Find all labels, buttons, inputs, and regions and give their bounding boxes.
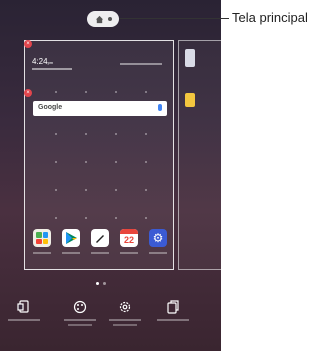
remove-widget-icon[interactable]: × bbox=[24, 40, 32, 48]
home-settings-icon bbox=[119, 301, 131, 313]
app-label bbox=[62, 252, 80, 254]
pen-icon[interactable] bbox=[91, 229, 109, 247]
empty-slot-dot bbox=[115, 161, 117, 163]
widgets-button[interactable] bbox=[4, 300, 44, 338]
home-settings-label bbox=[109, 319, 141, 321]
calendar-day: 22 bbox=[123, 235, 134, 245]
widgets-label bbox=[8, 319, 40, 321]
app-dock: 22 ⚙ bbox=[33, 229, 167, 249]
widgets-icon bbox=[17, 300, 29, 313]
empty-slot-dot bbox=[55, 161, 57, 163]
empty-slot-dot bbox=[85, 217, 87, 219]
empty-slot-dot bbox=[115, 189, 117, 191]
folder-icon[interactable] bbox=[33, 229, 51, 247]
empty-slot-dot bbox=[145, 91, 147, 93]
empty-slot-dot bbox=[115, 133, 117, 135]
play-store-icon[interactable] bbox=[62, 229, 80, 247]
home-settings-button[interactable] bbox=[105, 300, 145, 338]
microphone-icon[interactable] bbox=[158, 104, 162, 111]
wallpaper-icon bbox=[73, 300, 87, 314]
empty-slot-dot bbox=[55, 217, 57, 219]
page-dot-icon bbox=[107, 17, 112, 21]
home-screen-indicator[interactable] bbox=[87, 11, 119, 27]
app-icon[interactable] bbox=[185, 93, 195, 107]
app-label bbox=[149, 252, 167, 254]
empty-slot-dot bbox=[85, 133, 87, 135]
wallpaper-button[interactable] bbox=[60, 300, 100, 338]
calendar-icon[interactable]: 22 bbox=[120, 229, 138, 247]
app-icons-button[interactable] bbox=[153, 300, 193, 338]
app-icons-label bbox=[157, 319, 189, 321]
edit-options-bar bbox=[0, 296, 221, 351]
empty-slot-dot bbox=[115, 91, 117, 93]
home-settings-label-line2 bbox=[113, 324, 137, 326]
empty-slot-dot bbox=[115, 217, 117, 219]
wallpaper-label bbox=[64, 319, 96, 321]
clock-date bbox=[32, 68, 72, 70]
clock-widget[interactable]: 4:24pm bbox=[32, 57, 53, 66]
callout-label: Tela principal bbox=[232, 10, 308, 25]
wallpaper-label-line2 bbox=[68, 324, 92, 326]
empty-slot-dot bbox=[85, 91, 87, 93]
home-page-preview[interactable]: × 4:24pm × Google 22 ⚙ bbox=[24, 40, 174, 270]
page-dot bbox=[103, 282, 106, 285]
app-label bbox=[120, 252, 138, 254]
empty-slot-dot bbox=[145, 161, 147, 163]
weather-hint bbox=[120, 63, 162, 65]
home-icon bbox=[95, 15, 103, 23]
google-logo: Google bbox=[38, 104, 63, 111]
empty-slot-dot bbox=[85, 189, 87, 191]
app-label bbox=[91, 252, 109, 254]
next-page-preview[interactable] bbox=[178, 40, 221, 270]
empty-slot-dot bbox=[85, 161, 87, 163]
empty-slot-dot bbox=[145, 217, 147, 219]
empty-slot-dot bbox=[145, 133, 147, 135]
remove-widget-icon[interactable]: × bbox=[24, 89, 32, 97]
callout-line bbox=[119, 18, 223, 19]
page-dot-active bbox=[96, 282, 99, 285]
settings-gear-icon[interactable]: ⚙ bbox=[149, 229, 167, 247]
google-search-bar[interactable]: Google bbox=[33, 101, 167, 116]
empty-slot-dot bbox=[145, 189, 147, 191]
empty-slot-dot bbox=[55, 189, 57, 191]
phone-screen: × 4:24pm × Google 22 ⚙ bbox=[0, 0, 221, 351]
app-icons-icon bbox=[167, 300, 179, 314]
app-icon[interactable] bbox=[185, 49, 195, 67]
empty-slot-dot bbox=[55, 91, 57, 93]
clock-ampm: pm bbox=[47, 60, 54, 65]
empty-slot-dot bbox=[55, 133, 57, 135]
app-label bbox=[33, 252, 51, 254]
top-bar bbox=[0, 0, 221, 38]
page-indicator bbox=[96, 282, 106, 285]
callout-tick bbox=[223, 18, 229, 19]
clock-time: 4:24 bbox=[32, 57, 48, 66]
